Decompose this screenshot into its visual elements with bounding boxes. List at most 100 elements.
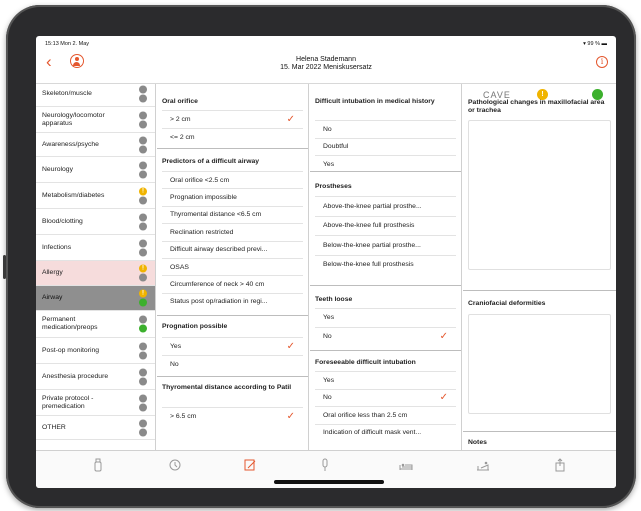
status-battery: ▾ 99 % ▬: [583, 41, 607, 47]
edit-icon[interactable]: [243, 458, 257, 472]
option-row[interactable]: Doubtful: [315, 137, 456, 156]
option-row[interactable]: Yes ✓: [162, 337, 303, 355]
sidebar-item[interactable]: Post-op monitoring: [36, 338, 155, 364]
option-row[interactable]: Circumference of neck > 40 cm: [162, 275, 303, 292]
sidebar-item-label: Neurology/locomotor apparatus: [42, 111, 105, 127]
option-row[interactable]: Above-the-knee partial prosthe...: [315, 196, 456, 216]
cave-label: CAVE: [483, 90, 511, 100]
case-subtitle: 15. Mar 2022 Meniskusersatz: [280, 64, 372, 71]
section-title: Thyromental distance according to Patil: [162, 384, 292, 391]
pathological-changes-text-field[interactable]: [468, 120, 611, 270]
sidebar-item[interactable]: Blood/clotting: [36, 209, 155, 235]
status-dot-gray-icon: [139, 315, 147, 324]
option-row[interactable]: Thyromental distance <6.5 cm: [162, 205, 303, 223]
section-teeth-loose: Teeth loose Yes No ✓: [310, 287, 461, 351]
option-row[interactable]: No: [162, 355, 303, 373]
sidebar-item[interactable]: OTHER: [36, 416, 155, 440]
option-label: Above-the-knee full prosthesis: [323, 222, 415, 230]
option-row[interactable]: Yes: [315, 308, 456, 327]
checkmark-icon: ✓: [439, 392, 448, 404]
status-dot-gray-icon: [139, 394, 147, 402]
status-dot-gray-icon: [139, 94, 147, 102]
sidebar-item[interactable]: Anesthesia procedure: [36, 364, 155, 390]
option-row[interactable]: > 6.5 cm ✓: [162, 407, 303, 425]
microphone-icon[interactable]: [318, 458, 332, 472]
section-prostheses: Prostheses Above-the-knee partial prosthe…: [310, 173, 461, 286]
sidebar-item[interactable]: Awareness/psyche: [36, 133, 155, 157]
option-row[interactable]: Indication of difficult mask vent...: [315, 423, 456, 442]
option-row[interactable]: Prognation impossible: [162, 188, 303, 205]
cave-ok-icon[interactable]: [592, 89, 603, 100]
status-dot-gray-icon: [139, 170, 147, 178]
status-dot-gray-icon: [139, 351, 147, 359]
status-dot-gray-icon: [139, 368, 147, 376]
section-title: Oral orifice: [162, 98, 198, 105]
status-dot-gray-icon: [139, 120, 147, 128]
option-label: OSAS: [170, 263, 189, 271]
option-row[interactable]: Yes: [315, 371, 456, 389]
sidebar-item[interactable]: Airway!: [36, 286, 155, 311]
option-row[interactable]: Below-the-knee full prosthesis: [315, 254, 456, 275]
option-label: Above-the-knee partial prosthe...: [323, 202, 422, 210]
sidebar-item-label: Private protocol - premedication: [42, 394, 94, 410]
status-dot-gray-icon: [139, 239, 147, 247]
nav-header: ‹ Helena Stademann 15. Mar 2022 Meniskus…: [36, 50, 616, 84]
sidebar-item-label: Metabolism/diabetes: [42, 191, 105, 199]
section-title: Predictors of a difficult airway: [162, 158, 260, 165]
option-row[interactable]: Status post op/radiation in regi...: [162, 292, 303, 310]
craniofacial-text-field[interactable]: [468, 314, 611, 414]
cave-warning-icon[interactable]: !: [537, 89, 548, 100]
option-row[interactable]: Oral orifice <2.5 cm: [162, 171, 303, 188]
option-row[interactable]: Below-the-knee partial prosthe...: [315, 235, 456, 255]
option-row[interactable]: Yes: [315, 155, 456, 173]
bottle-icon[interactable]: [91, 458, 105, 472]
option-row[interactable]: No ✓: [315, 326, 456, 346]
status-dot-gray-icon: [139, 161, 147, 169]
status-dot-gray-icon: [139, 377, 147, 385]
bed-icon[interactable]: [399, 458, 413, 472]
option-label: No: [323, 125, 332, 133]
sidebar-item[interactable]: Permanent medication/preops: [36, 311, 155, 338]
option-row[interactable]: Oral orifice less than 2.5 cm: [315, 406, 456, 424]
section-foreseeable: Foreseeable difficult intubation Yes No ✓ Or…: [310, 352, 461, 450]
option-label: No: [323, 332, 332, 340]
option-label: Below-the-knee full prosthesis: [323, 261, 414, 269]
info-icon[interactable]: i: [596, 56, 608, 68]
patient-name: Helena Stademann: [296, 56, 356, 63]
sidebar-item[interactable]: Infections: [36, 235, 155, 261]
option-row[interactable]: Reclination restricted: [162, 223, 303, 240]
sidebar-item[interactable]: Allergy!: [36, 261, 155, 286]
sidebar-item[interactable]: Private protocol - premedication: [36, 390, 155, 416]
option-label: Yes: [323, 376, 335, 384]
sidebar-item[interactable]: Metabolism/diabetes!: [36, 183, 155, 209]
option-row[interactable]: Difficult airway described previ...: [162, 240, 303, 258]
option-label: Reclination restricted: [170, 228, 234, 236]
category-sidebar: Skeleton/muscle Neurology/locomotor appar…: [36, 84, 156, 450]
option-row[interactable]: No: [315, 120, 456, 138]
option-row[interactable]: No ✓: [315, 388, 456, 407]
option-label: Oral orifice <2.5 cm: [170, 176, 230, 184]
option-label: <= 2 cm: [170, 134, 195, 141]
option-row[interactable]: <= 2 cm: [162, 128, 303, 146]
option-label: Oral orifice less than 2.5 cm: [323, 411, 408, 419]
status-dots: !: [139, 186, 147, 205]
sidebar-item[interactable]: Skeleton/muscle: [36, 84, 155, 107]
section-predictors: Predictors of a difficult airway Oral ori…: [157, 150, 308, 316]
sidebar-item[interactable]: Neurology: [36, 157, 155, 183]
option-row[interactable]: Above-the-knee full prosthesis: [315, 215, 456, 236]
recovery-bed-icon[interactable]: [476, 458, 490, 472]
sidebar-item[interactable]: Neurology/locomotor apparatus: [36, 107, 155, 133]
sidebar-item-label: Neurology: [42, 165, 73, 173]
history-icon[interactable]: [168, 458, 182, 472]
status-dots: [139, 212, 147, 231]
section-title: Prostheses: [315, 183, 352, 190]
checkmark-icon: ✓: [439, 330, 448, 342]
status-dot-gray-icon: [139, 213, 147, 221]
section-difficult-history: Difficult intubation in medical history N…: [310, 84, 461, 172]
option-label: No: [323, 394, 332, 402]
option-row[interactable]: OSAS: [162, 258, 303, 275]
status-dots: [139, 135, 147, 154]
sidebar-item-label: Post-op monitoring: [42, 346, 100, 354]
option-row[interactable]: > 2 cm ✓: [162, 110, 303, 128]
share-icon[interactable]: [553, 458, 567, 472]
